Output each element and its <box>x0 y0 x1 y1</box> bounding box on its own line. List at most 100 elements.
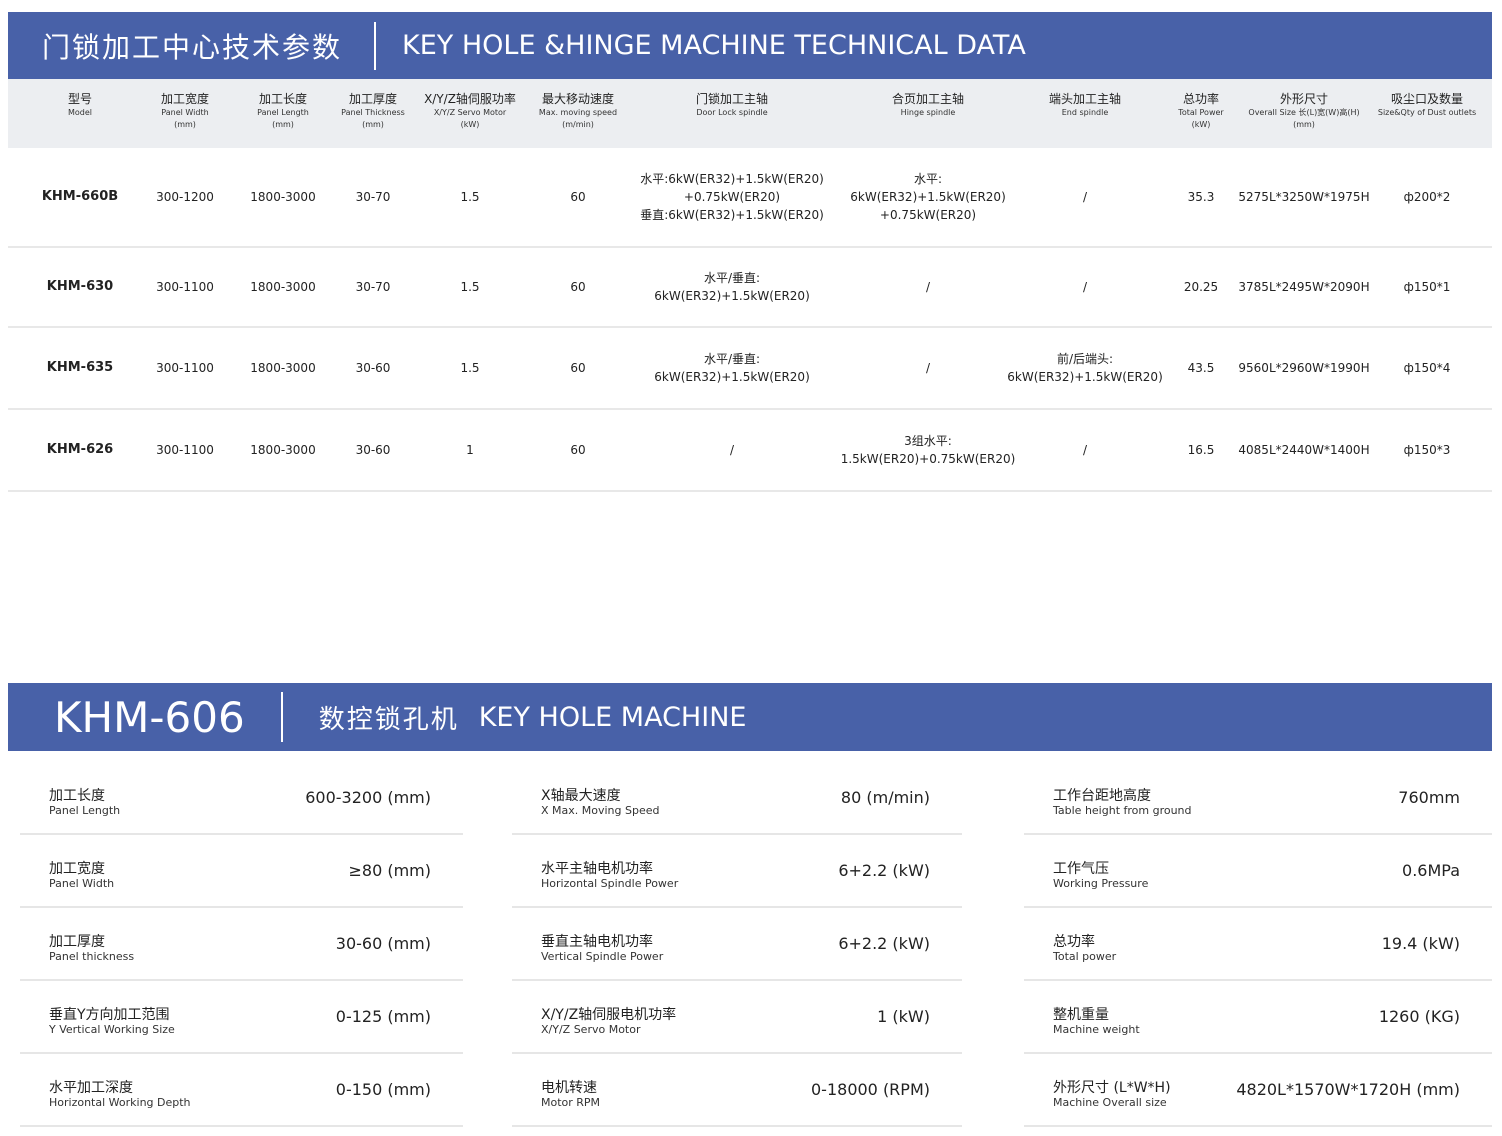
spec-value: 600-3200 (mm) <box>305 788 431 807</box>
spec-x-max-moving-speed: X轴最大速度 X Max. Moving Speed 80 (m/min) <box>512 762 962 835</box>
column-header-zh: 型号 <box>67 92 92 106</box>
machine-model: KHM-606 <box>54 692 245 742</box>
cell-line: 垂直:6kW(ER32)+1.5kW(ER20) <box>640 208 824 222</box>
column-header-en: Panel Thickness <box>341 108 405 117</box>
cell-overall-size: 9560L*2960W*1990H <box>1238 361 1370 375</box>
table-row: KHM-660B 300-1200 1800-3000 30-70 1.5 60 水平:6k… <box>8 148 1492 248</box>
cell-overall-size: 3785L*2495W*2090H <box>1238 280 1370 294</box>
spec-value: 80 (m/min) <box>840 788 930 807</box>
cell-dust-outlets: ф150*1 <box>1403 280 1451 294</box>
spec-label-en: Vertical Spindle Power <box>541 950 664 963</box>
column-header-unit: (kW) <box>460 120 480 129</box>
spec-value: 1260 (KG) <box>1378 1007 1460 1026</box>
cell-line: / <box>729 443 735 457</box>
cell-line: 6kW(ER32)+1.5kW(ER20) <box>1007 370 1163 384</box>
column-header-zh: 端头加工主轴 <box>1048 92 1122 106</box>
column-header-unit: (mm) <box>174 120 196 129</box>
column-header-en: Hinge spindle <box>900 108 956 117</box>
spec-value: 6+2.2 (kW) <box>838 861 930 880</box>
cell-line: 3组水平: <box>904 434 952 448</box>
cell-dust-outlets: ф150*3 <box>1403 443 1451 457</box>
spec-label-en: Machine Overall size <box>1053 1096 1167 1109</box>
cell-end-spindle: / <box>1083 278 1087 296</box>
spec-value: 0-125 (mm) <box>335 1007 431 1026</box>
cell-door-lock-spindle: / <box>730 441 734 459</box>
spec-label-en: X/Y/Z Servo Motor <box>541 1023 641 1036</box>
cell-total-power: 20.25 <box>1183 280 1219 294</box>
spec-value: 0-18000 (RPM) <box>811 1080 930 1099</box>
cell-model: KHM-630 <box>46 279 114 294</box>
cell-panel-width: 300-1100 <box>156 280 214 294</box>
cell-door-lock-spindle: 水平:6kW(ER32)+1.5kW(ER20) +0.75kW(ER20) 垂直:… <box>640 170 824 224</box>
cell-end-spindle: / <box>1083 441 1087 459</box>
spec-servo-motor-power: X/Y/Z轴伺服电机功率 X/Y/Z Servo Motor 1 (kW) <box>512 981 962 1054</box>
spec-label-zh: 总功率 <box>1053 934 1095 950</box>
spec-label-zh: 水平加工深度 <box>49 1080 133 1096</box>
cell-line: 水平/垂直: <box>703 271 761 285</box>
column-header-zh: 外形尺寸 <box>1279 92 1328 106</box>
spec-label-zh: 外形尺寸 (L*W*H) <box>1053 1080 1171 1096</box>
spec-label-en: X Max. Moving Speed <box>541 804 660 817</box>
cell-door-lock-spindle: 水平/垂直: 6kW(ER32)+1.5kW(ER20) <box>654 269 810 305</box>
spec-label-en: Machine weight <box>1053 1023 1140 1036</box>
table-row: KHM-630 300-1100 1800-3000 30-70 1.5 60 水平/垂直:… <box>8 248 1492 328</box>
cell-panel-thickness: 30-70 <box>355 190 391 204</box>
cell-model: KHM-660B <box>41 189 119 204</box>
cell-total-power: 16.5 <box>1187 443 1215 457</box>
spec-label-zh: 电机转速 <box>541 1080 597 1096</box>
spec-label-en: Horizontal Working Depth <box>49 1096 191 1109</box>
column-header-en: Model <box>67 108 93 117</box>
spec-label-en: Panel Length <box>49 804 121 817</box>
column-header-zh: 加工长度 <box>258 92 307 106</box>
banner-title-zh: 门锁加工中心技术参数 <box>42 30 343 64</box>
column-header-unit: (m/min) <box>562 120 594 129</box>
spec-value: ≥80 (mm) <box>348 861 431 880</box>
column-header-panel-thickness: 加工厚度 Panel Thickness (mm) <box>341 91 405 131</box>
cell-line: +0.75kW(ER20) <box>879 208 977 222</box>
spec-y-vertical-working-size: 垂直Y方向加工范围 Y Vertical Working Size 0-125 (m… <box>20 981 463 1054</box>
spec-label-zh: 加工宽度 <box>49 861 105 877</box>
table-header: 型号 Model 加工宽度 Panel Width (mm) 加工长度 Panel Leng… <box>8 79 1492 148</box>
cell-servo-motor: 1.5 <box>460 361 480 375</box>
cell-panel-length: 1800-3000 <box>250 443 316 457</box>
spec-horizontal-spindle-power: 水平主轴电机功率 Horizontal Spindle Power 6+2.2 (k… <box>512 835 962 908</box>
column-header-total-power: 总功率 Total Power (kW) <box>1178 91 1223 131</box>
cell-overall-size: 5275L*3250W*1975H <box>1238 190 1370 204</box>
spec-label-en: Total power <box>1053 950 1117 963</box>
cell-hinge-spindle: 3组水平: 1.5kW(ER20)+0.75kW(ER20) <box>841 432 1016 468</box>
technical-data-banner: 门锁加工中心技术参数 KEY HOLE &HINGE MACHINE TECHN… <box>8 12 1492 79</box>
cell-servo-motor: 1.5 <box>460 190 480 204</box>
cell-line: 前/后端头: <box>1056 352 1114 366</box>
cell-line: / <box>925 361 931 375</box>
column-header-unit: (mm) <box>362 120 384 129</box>
spec-label-zh: 加工长度 <box>49 788 105 804</box>
spec-panel-thickness: 加工厚度 Panel thickness 30-60 (mm) <box>20 908 463 981</box>
banner-title-en: KEY HOLE &HINGE MACHINE TECHNICAL DATA <box>402 30 1026 61</box>
cell-moving-speed: 60 <box>570 443 586 457</box>
column-header-servo-motor: X/Y/Z轴伺服功率 X/Y/Z Servo Motor (kW) <box>424 91 516 131</box>
cell-servo-motor: 1 <box>466 443 474 457</box>
spec-value: 0.6MPa <box>1402 861 1460 880</box>
spec-label-en: Y Vertical Working Size <box>49 1023 175 1036</box>
column-header-zh: 最大移动速度 <box>541 92 615 106</box>
cell-line: / <box>1082 443 1088 457</box>
column-header-zh: 总功率 <box>1182 92 1220 106</box>
cell-panel-thickness: 30-70 <box>355 280 391 294</box>
column-header-en: Door Lock spindle <box>696 108 768 117</box>
banner-title-zh: 数控锁孔机 <box>318 704 459 735</box>
spec-label-zh: 工作气压 <box>1053 861 1109 877</box>
cell-model: KHM-626 <box>46 442 114 457</box>
column-header-moving-speed: 最大移动速度 Max. moving speed (m/min) <box>539 91 617 131</box>
cell-panel-thickness: 30-60 <box>355 361 391 375</box>
column-header-unit: (kW) <box>1191 120 1211 129</box>
column-header-en: Size&Qty of Dust outlets <box>1377 108 1477 117</box>
spec-label-en: Table height from ground <box>1053 804 1192 817</box>
spec-label-en: Horizontal Spindle Power <box>541 877 679 890</box>
cell-model: KHM-635 <box>46 360 114 375</box>
spec-panel-width: 加工宽度 Panel Width ≥80 (mm) <box>20 835 463 908</box>
spec-table-height: 工作台距地高度 Table height from ground 760mm <box>1024 762 1492 835</box>
spec-label-zh: 垂直Y方向加工范围 <box>49 1007 170 1023</box>
column-header-panel-length: 加工长度 Panel Length (mm) <box>257 91 309 131</box>
cell-dust-outlets: ф150*4 <box>1403 361 1451 375</box>
cell-panel-length: 1800-3000 <box>250 361 316 375</box>
